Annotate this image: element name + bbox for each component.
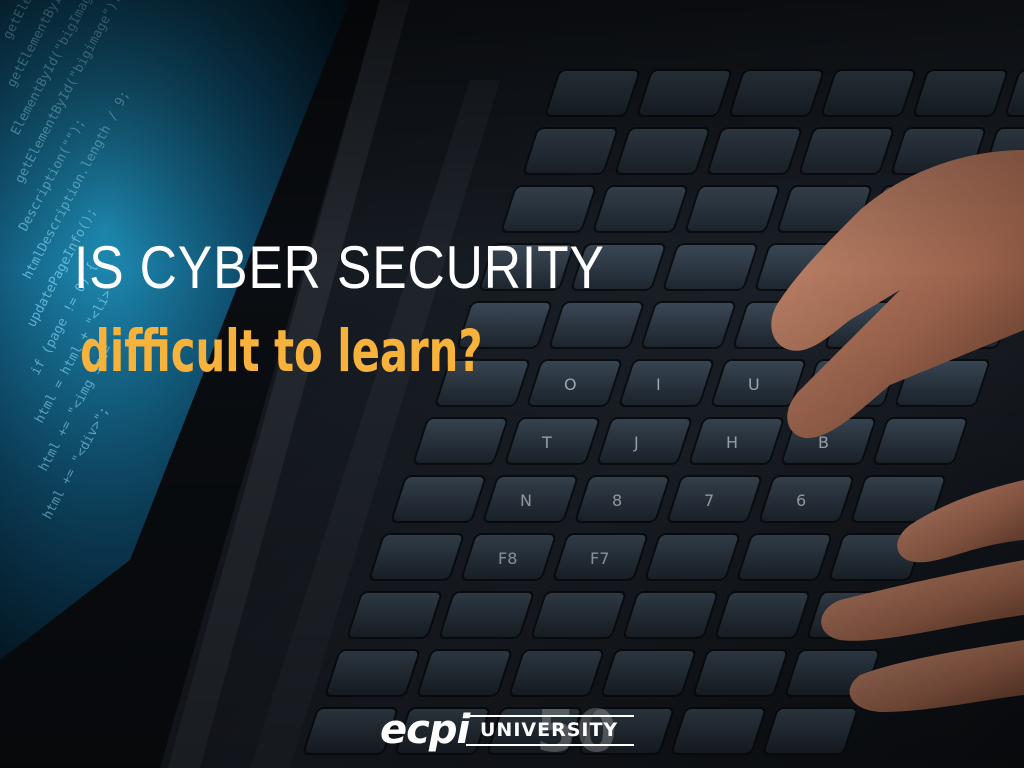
logo-brand: ecpi (380, 707, 470, 753)
logo-rule-bottom (466, 744, 634, 746)
headline: IS CYBER SECURITY (74, 234, 605, 301)
ecpi-university-logo: 50 ecpi UNIVERSITY (380, 702, 640, 760)
hero-image: getElementById("fileName").innerHTMLgetE… (0, 0, 1024, 768)
logo-word: UNIVERSITY (480, 719, 619, 741)
logo-rule-top (466, 715, 634, 717)
subline: difficult to learn? (80, 317, 483, 385)
